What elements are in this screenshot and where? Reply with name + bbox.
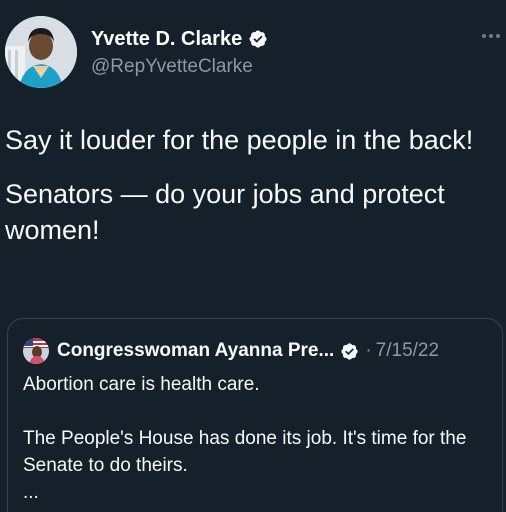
quoted-tweet-header: Congresswoman Ayanna Pre... · 7/15/22 [23, 337, 492, 365]
quoted-author-avatar [23, 338, 49, 364]
quoted-date[interactable]: 7/15/22 [376, 340, 439, 362]
author-handle[interactable]: @RepYvetteClarke [91, 54, 268, 80]
quoted-author-name: Congresswoman Ayanna Pre... [57, 340, 335, 361]
tweet-paragraph-2: Senators — do your jobs and protect wome… [5, 179, 445, 245]
verified-badge-icon [249, 30, 267, 48]
author-info: Yvette D. Clarke @RepYvetteClarke [91, 26, 268, 80]
author-name-row: Yvette D. Clarke [91, 26, 268, 52]
avatar-image [5, 16, 77, 88]
more-options-icon[interactable] [482, 30, 504, 42]
quoted-separator: · [365, 340, 372, 361]
tweet-body: Say it louder for the people in the back… [5, 122, 500, 266]
tweet-header: Yvette D. Clarke @RepYvetteClarke [5, 16, 506, 92]
author-avatar[interactable] [5, 16, 77, 88]
quoted-paragraph-2: The People's House has done its job. It'… [23, 428, 467, 476]
author-display-name[interactable]: Yvette D. Clarke [91, 26, 242, 52]
quoted-tweet-body: Abortion care is health care. The People… [23, 371, 492, 506]
quoted-paragraph-1: Abortion care is health care. [23, 374, 260, 395]
quoted-truncation: ... [23, 482, 39, 503]
tweet-paragraph-1: Say it louder for the people in the back… [5, 125, 474, 155]
quoted-avatar-image [23, 338, 49, 364]
verified-badge-icon [341, 342, 358, 360]
quoted-tweet-card[interactable]: Congresswoman Ayanna Pre... · 7/15/22 Ab… [7, 318, 503, 512]
